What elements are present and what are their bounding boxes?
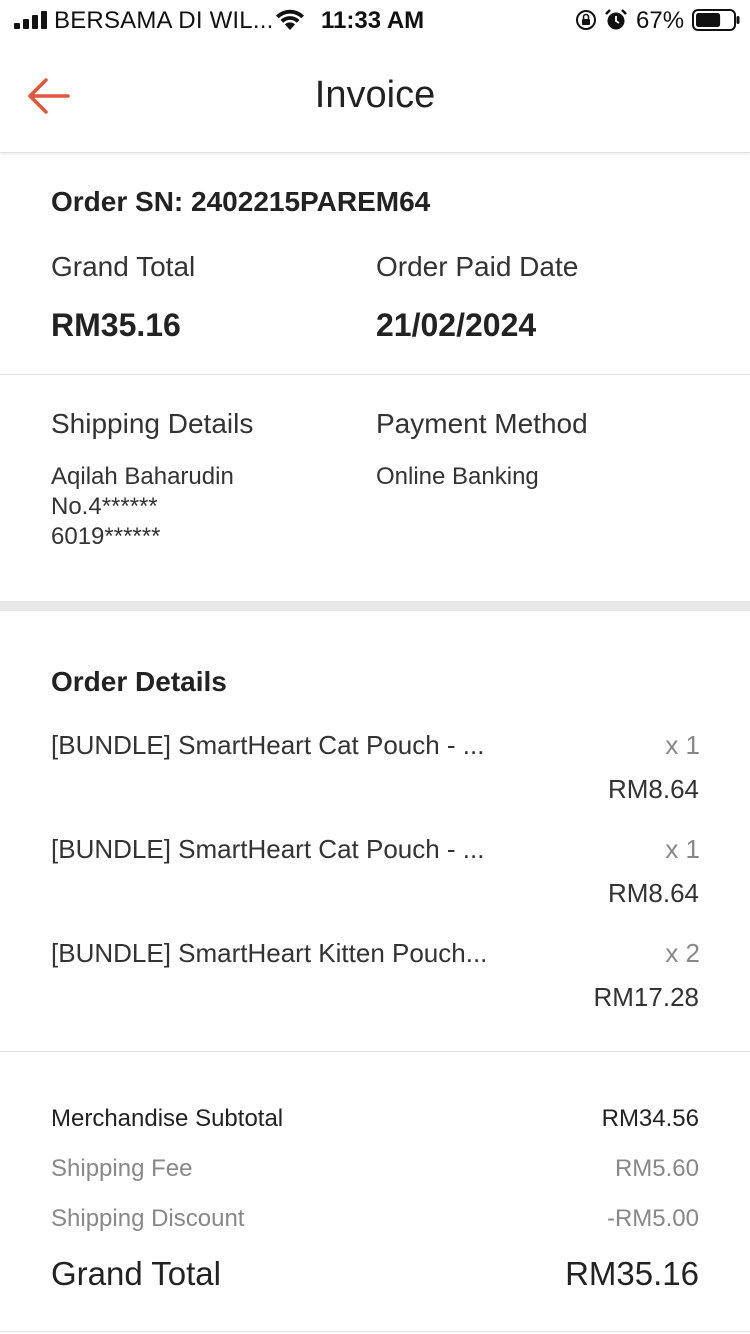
signal-icon	[14, 11, 47, 29]
carrier-name: BERSAMA DI WIL...	[54, 7, 274, 34]
payment-method-value: Online Banking	[376, 463, 539, 490]
shipping-details-label: Shipping Details	[51, 408, 254, 439]
shipping-name: Aqilah Baharudin	[51, 463, 234, 490]
order-item-name: [BUNDLE] SmartHeart Cat Pouch - ...	[51, 834, 485, 864]
order-item-price: RM17.28	[593, 982, 700, 1012]
shipping-phone: 6019******	[51, 523, 161, 550]
grand-total-footer-value: RM35.16	[565, 1255, 699, 1292]
orientation-lock-icon	[576, 10, 596, 30]
order-item-qty: x 1	[665, 834, 700, 864]
paid-date-value: 21/02/2024	[376, 307, 537, 343]
section-separator	[0, 601, 750, 611]
shipping-discount-value: -RM5.00	[606, 1205, 699, 1232]
payment-method-label: Payment Method	[376, 408, 588, 439]
divider	[0, 374, 750, 375]
battery-percent: 67%	[636, 7, 685, 34]
shipping-address: No.4******	[51, 493, 158, 520]
divider	[0, 1331, 750, 1332]
order-details-title: Order Details	[51, 666, 227, 697]
divider	[0, 1051, 750, 1052]
grand-total-value: RM35.16	[51, 307, 181, 343]
shipping-fee-value: RM5.60	[614, 1155, 699, 1182]
grand-total-label: Grand Total	[51, 251, 196, 282]
order-item-price: RM8.64	[607, 774, 699, 804]
battery-icon	[692, 9, 740, 31]
page-title: Invoice	[314, 74, 436, 116]
alarm-icon	[605, 9, 627, 30]
wifi-icon	[276, 9, 304, 30]
order-item-name: [BUNDLE] SmartHeart Cat Pouch - ...	[51, 730, 485, 760]
order-item-price: RM8.64	[607, 878, 699, 908]
shipping-discount-label: Shipping Discount	[51, 1205, 245, 1232]
paid-date-label: Order Paid Date	[376, 251, 579, 282]
order-item-name: [BUNDLE] SmartHeart Kitten Pouch...	[51, 938, 488, 968]
merchandise-subtotal-label: Merchandise Subtotal	[51, 1105, 284, 1132]
nav-bar: Invoice	[0, 40, 750, 153]
status-bar: BERSAMA DI WIL... 11:33 AM 67%	[0, 0, 750, 40]
status-time: 11:33 AM	[321, 7, 425, 34]
invoice-screen: BERSAMA DI WIL... 11:33 AM 67% Invoice O…	[0, 0, 750, 1334]
order-item-qty: x 2	[665, 938, 700, 968]
order-serial-number: Order SN: 2402215PAREM64	[51, 186, 431, 217]
shipping-fee-label: Shipping Fee	[51, 1155, 193, 1182]
merchandise-subtotal-value: RM34.56	[601, 1105, 699, 1132]
grand-total-footer-label: Grand Total	[51, 1255, 221, 1292]
order-item-qty: x 1	[665, 730, 700, 760]
